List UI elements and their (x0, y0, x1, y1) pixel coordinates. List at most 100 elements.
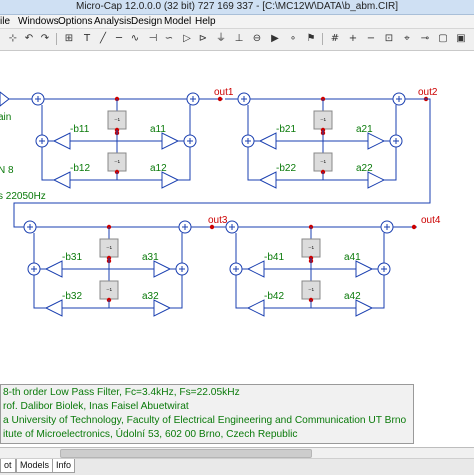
undo-icon[interactable]: ↶ (22, 32, 36, 46)
wire-icon[interactable]: ╱ (96, 32, 110, 46)
wire (372, 275, 385, 309)
delay-label: ⁻¹ (320, 118, 327, 125)
menu-model[interactable]: Model (164, 16, 191, 27)
sample-rate-label: s 22050Hz (0, 191, 46, 202)
gain-label-b1: -b41 (264, 252, 284, 263)
gain-block (246, 299, 265, 317)
battery-icon[interactable]: ⊥ (232, 32, 246, 46)
node-icon[interactable]: ∘ (286, 32, 300, 46)
info-line-3: a University of Technology, Faculty of E… (3, 415, 407, 426)
wire (170, 275, 183, 309)
gain-block (258, 132, 277, 150)
capacitor-icon[interactable]: ⊣ (146, 32, 160, 46)
gain-label-a1: a11 (150, 124, 166, 135)
zoom-out-icon[interactable]: − (364, 32, 378, 46)
menu-analysis[interactable]: Analysis (94, 16, 131, 27)
component-icon[interactable]: ⊞ (62, 32, 76, 46)
pin-icon[interactable]: ⊸ (418, 32, 432, 46)
gain-block (153, 299, 172, 317)
scrollbar-thumb[interactable] (60, 449, 312, 458)
select-icon[interactable]: ⊹ (6, 32, 20, 46)
gain-label-b2: -b22 (276, 163, 296, 174)
input-arrow (0, 91, 10, 107)
order-label: N 8 (0, 165, 14, 176)
menu-file[interactable]: ile (0, 16, 10, 27)
gain-label-a1: a21 (356, 124, 373, 135)
delay-label: ⁻¹ (106, 288, 113, 295)
menu-windows[interactable]: Windows (18, 16, 59, 27)
node-label-out2: out2 (418, 87, 438, 98)
menu-bar: ile Windows Options Analysis Design Mode… (0, 15, 474, 29)
tab-info[interactable]: Info (52, 459, 76, 473)
gain-block (161, 171, 180, 189)
options-icon[interactable]: ▣ (454, 32, 468, 46)
flag-icon[interactable]: ⚑ (304, 32, 318, 46)
wire (178, 147, 191, 181)
toolbar-separator (322, 33, 323, 45)
node-label-out3: out3 (208, 215, 228, 226)
schematic-canvas[interactable]: ain ⁻¹ ⁻¹ -b11 -b12 a11 a12 out1 N 8 s 22050Hz ⁻¹ ⁻… (0, 51, 474, 447)
gain-label-b2: -b32 (62, 291, 82, 302)
horizontal-scrollbar[interactable] (0, 448, 474, 459)
node-label-out1: out1 (214, 87, 234, 98)
menu-help[interactable]: Help (195, 16, 216, 27)
gain-label-b1: -b31 (62, 252, 82, 263)
resistor-icon[interactable]: ∿ (128, 32, 142, 46)
gain-label-b1: -b11 (70, 124, 90, 135)
tab-plot[interactable]: ot (0, 459, 16, 473)
line-icon[interactable]: ─ (112, 32, 126, 46)
gain-block (153, 260, 172, 278)
gain-block (367, 171, 386, 189)
inductor-icon[interactable]: ∽ (162, 32, 176, 46)
gain-block (367, 132, 386, 150)
info-line-4: itute of Microelectronics, Údolní 53, 60… (3, 429, 298, 440)
opamp-icon[interactable]: ▶ (268, 32, 282, 46)
gain-label-b2: -b42 (264, 291, 284, 302)
info-line-1: 8-th order Low Pass Filter, Fc=3.4kHz, F… (3, 387, 240, 398)
delay-label: ⁻¹ (320, 160, 327, 167)
info-text-box[interactable]: 8-th order Low Pass Filter, Fc=3.4kHz, F… (0, 384, 414, 444)
wire (41, 147, 54, 181)
source-icon[interactable]: ⊖ (250, 32, 264, 46)
wire (235, 275, 248, 309)
wire (247, 147, 260, 181)
menu-options[interactable]: Options (58, 16, 92, 27)
gain-label-b1: -b21 (276, 124, 296, 135)
diode-icon[interactable]: ▷ (180, 32, 194, 46)
ground-icon[interactable]: ⏚ (214, 32, 228, 46)
title-bar: Micro-Cap 12.0.0.0 (32 bit) 727 169 337 … (0, 0, 474, 15)
delay-label: ⁻¹ (308, 246, 315, 253)
text-icon[interactable]: T (80, 32, 94, 46)
wire (384, 147, 397, 181)
frame-icon[interactable]: ▢ (436, 32, 450, 46)
gain-label-a2: a42 (344, 291, 361, 302)
tab-models[interactable]: Models (16, 459, 54, 473)
info-line-2: rof. Dalibor Biolek, Inas Faisel Abuetwi… (3, 401, 189, 412)
gain-block (246, 260, 265, 278)
input-label: ain (0, 112, 11, 123)
gain-label-a2: a22 (356, 163, 373, 174)
toolbar-separator (56, 33, 57, 45)
toolbar: ⊹ ↶ ↷ ⊞ T ╱ ─ ∿ ⊣ ∽ ▷ ⊳ ⏚ ⊥ ⊖ ▶ ∘ ⚑ # + … (0, 29, 474, 51)
window-title: Micro-Cap 12.0.0.0 (32 bit) 727 169 337 … (76, 1, 398, 12)
menu-design[interactable]: Design (131, 16, 162, 27)
gain-block (44, 260, 63, 278)
gain-block (355, 299, 374, 317)
gain-label-a1: a31 (142, 252, 159, 263)
gain-block (52, 171, 71, 189)
gain-block (44, 299, 63, 317)
gain-block (355, 260, 374, 278)
gain-label-a1: a41 (344, 252, 361, 263)
grid-icon[interactable]: # (328, 32, 342, 46)
delay-label: ⁻¹ (114, 118, 121, 125)
delay-label: ⁻¹ (114, 160, 121, 167)
gain-block (258, 171, 277, 189)
redo-icon[interactable]: ↷ (38, 32, 52, 46)
fit-icon[interactable]: ⊡ (382, 32, 396, 46)
gain-block (161, 132, 180, 150)
zoom-in-icon[interactable]: + (346, 32, 360, 46)
transistor-icon[interactable]: ⊳ (196, 32, 210, 46)
cursor-icon[interactable]: ⌖ (400, 32, 414, 46)
node-dot (411, 224, 417, 230)
bottom-bar: ot Models Info (0, 447, 474, 475)
